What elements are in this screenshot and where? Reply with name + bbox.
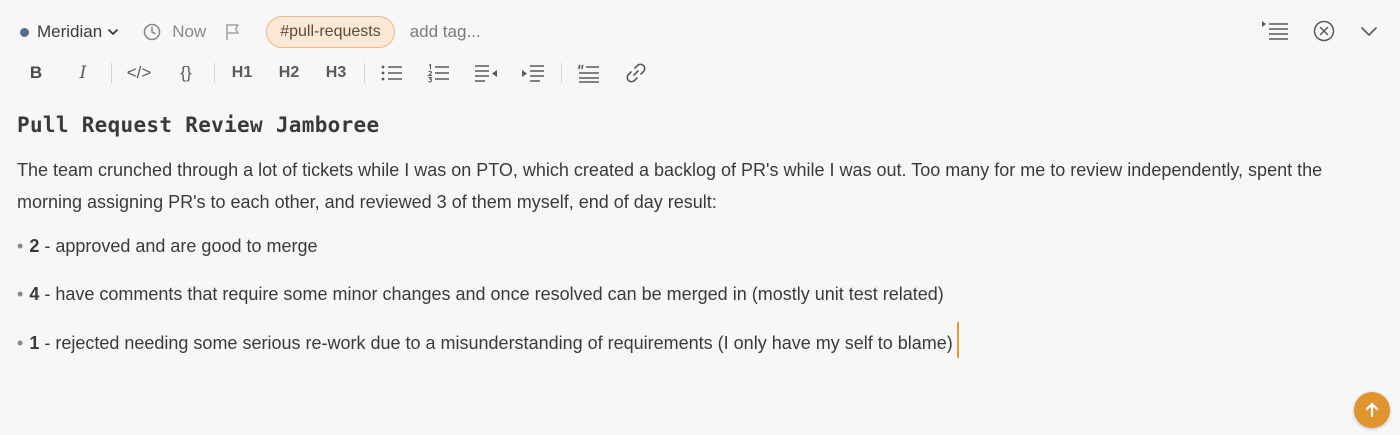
workspace-name: Meridian (37, 22, 103, 41)
timestamp[interactable]: Now (142, 22, 206, 42)
list-item[interactable]: • 4 - have comments that require some min… (17, 278, 1357, 310)
bullet-text: - rejected needing some serious re-work … (39, 332, 953, 353)
bullet-dot: • (17, 236, 24, 256)
heading3-button[interactable]: H3 (318, 57, 354, 89)
note-paragraph[interactable]: The team crunched through a lot of ticke… (17, 154, 1357, 218)
scroll-top-button[interactable] (1354, 392, 1390, 428)
toolbar-divider (561, 63, 562, 83)
indent-icon[interactable] (515, 57, 551, 89)
header-actions (1238, 18, 1380, 44)
chevron-down-icon (108, 29, 119, 35)
bullet-count: 4 (29, 284, 40, 304)
bullet-dot: • (17, 332, 24, 353)
link-icon[interactable] (618, 57, 654, 89)
note-header: Meridian Now #pull-requests add tag... (0, 0, 1400, 62)
bullet-dot: • (17, 284, 24, 304)
arrow-up-icon (1365, 402, 1379, 418)
toolbar-divider (111, 63, 112, 83)
bullet-list-icon[interactable] (374, 57, 410, 89)
heading2-button[interactable]: H2 (271, 57, 307, 89)
format-toolbar: B I </> {} H1 H2 H3 (18, 56, 665, 90)
toolbar-divider (214, 63, 215, 83)
chevron-down-icon[interactable] (1358, 20, 1380, 42)
bullet-text: - have comments that require some minor … (39, 284, 944, 304)
timestamp-label: Now (172, 22, 207, 41)
tag-chip[interactable]: #pull-requests (266, 16, 395, 48)
list-item[interactable]: • 1 - rejected needing some serious re-wo… (17, 322, 1357, 362)
flag-icon[interactable] (222, 21, 244, 43)
clock-icon (143, 23, 161, 41)
bullet-text: - approved and are good to merge (39, 236, 318, 256)
note-title[interactable]: Pull Request Review Jamboree (17, 108, 1357, 142)
italic-button[interactable]: I (65, 57, 101, 89)
toolbar-divider (364, 63, 365, 83)
bullet-count: 1 (29, 332, 40, 353)
outline-icon[interactable] (1260, 18, 1290, 44)
meta-row: Meridian Now #pull-requests add tag... (20, 14, 481, 50)
bullet-count: 2 (29, 236, 40, 256)
list-item[interactable]: • 2 - approved and are good to merge (17, 230, 1357, 262)
note-editor[interactable]: Pull Request Review Jamboree The team cr… (17, 108, 1357, 378)
code-block-button[interactable]: {} (168, 57, 204, 89)
numbered-list-icon[interactable] (421, 57, 457, 89)
close-icon[interactable] (1312, 19, 1336, 43)
text-cursor (956, 322, 959, 358)
inline-code-button[interactable]: </> (121, 57, 157, 89)
quote-icon[interactable] (571, 57, 607, 89)
workspace-selector[interactable]: Meridian (20, 22, 120, 42)
outdent-icon[interactable] (468, 57, 504, 89)
add-tag-input[interactable]: add tag... (410, 22, 481, 42)
bold-button[interactable]: B (18, 57, 54, 89)
workspace-color-dot (20, 27, 29, 37)
heading1-button[interactable]: H1 (224, 57, 260, 89)
